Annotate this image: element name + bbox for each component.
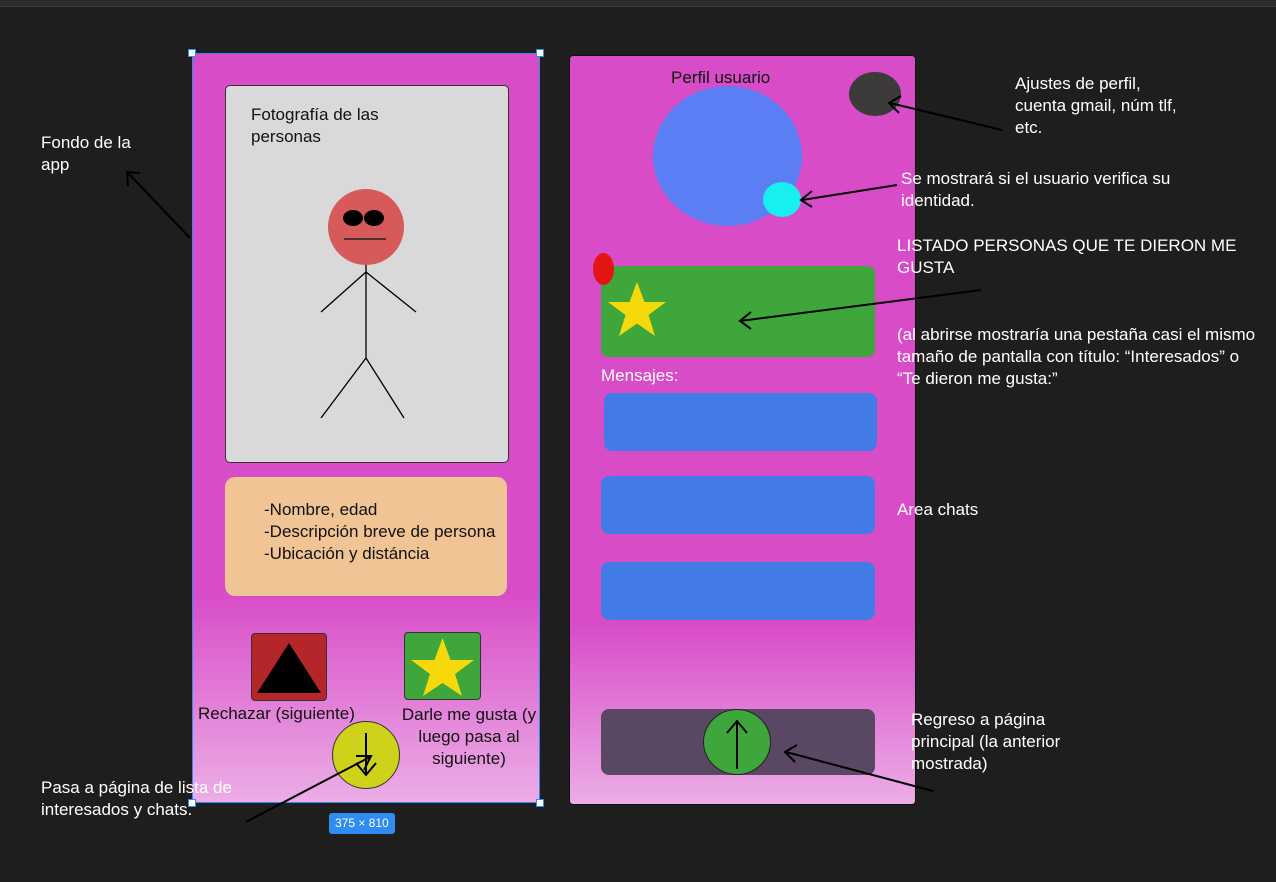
note-return: Regreso a página principal (la anterior …	[911, 710, 1061, 773]
profile-title: Perfil usuario	[671, 68, 771, 87]
note-chats: Area chats	[897, 500, 979, 519]
arrow-up-icon	[726, 719, 748, 769]
frame-size-badge: 375 × 810	[329, 813, 395, 834]
note-settings: Ajustes de perfil, cuenta gmail, núm tlf…	[1015, 74, 1177, 137]
note-background: Fondo de la app	[41, 133, 131, 174]
info-name-age: -Nombre, edad	[264, 500, 378, 519]
canvas-top-bar	[0, 0, 1276, 7]
messages-label: Mensajes:	[601, 366, 679, 385]
info-description: -Descripción breve de persona	[264, 522, 496, 541]
like-button[interactable]	[404, 632, 481, 700]
next-page-button[interactable]	[332, 721, 400, 789]
resize-handle-bottom-right[interactable]	[536, 799, 544, 807]
resize-handle-top-right[interactable]	[536, 49, 544, 57]
like-label: Darle me gusta (y luego pasa al siguient…	[401, 705, 537, 768]
info-location: -Ubicación y distáncia	[264, 544, 430, 563]
arrow-down-icon	[355, 733, 377, 777]
verified-badge	[763, 182, 801, 217]
star-icon	[608, 282, 666, 336]
arrow-background	[127, 172, 191, 239]
chat-item[interactable]	[601, 476, 875, 534]
triangle-icon	[257, 643, 321, 693]
reject-button[interactable]	[251, 633, 327, 701]
settings-button[interactable]	[849, 72, 901, 116]
back-home-button[interactable]	[703, 709, 771, 775]
note-likes-detail: (al abrirse mostraría una pestaña casi e…	[897, 325, 1256, 388]
person-info-text: -Nombre, edad -Descripción breve de pers…	[264, 499, 504, 565]
note-likes-list: LISTADO PERSONAS QUE TE DIERON ME GUSTA	[897, 236, 1237, 277]
notification-dot	[593, 253, 614, 285]
star-icon	[411, 638, 474, 696]
note-next-page: Pasa a página de lista de interesados y …	[41, 778, 232, 819]
chat-item[interactable]	[604, 393, 877, 451]
likes-list-button[interactable]	[601, 266, 875, 357]
photo-label: Fotografía de las personas	[251, 105, 379, 146]
note-verify: Se mostrará si el usuario verifica su id…	[901, 169, 1171, 210]
chat-item[interactable]	[601, 562, 875, 620]
resize-handle-top-left[interactable]	[188, 49, 196, 57]
